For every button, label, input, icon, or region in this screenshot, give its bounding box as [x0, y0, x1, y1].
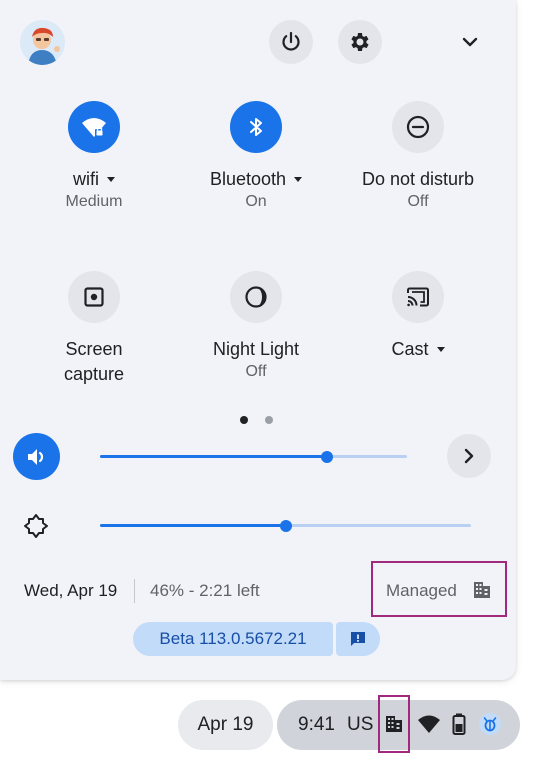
cast-toggle[interactable] — [392, 271, 444, 323]
bluetooth-menu[interactable]: Bluetooth — [181, 167, 331, 191]
power-button[interactable] — [269, 20, 313, 64]
caret-down-icon — [294, 176, 303, 182]
brightness-track-fill — [100, 524, 286, 527]
tile-bluetooth[interactable]: Bluetooth On — [181, 101, 331, 211]
tile-do-not-disturb[interactable]: Do not disturb Off — [343, 101, 493, 211]
caret-down-icon — [436, 346, 445, 352]
tile-screen-capture[interactable]: Screen capture — [19, 271, 169, 387]
audio-settings-button[interactable] — [447, 434, 491, 478]
gear-icon — [351, 33, 369, 51]
tile-label: wifi — [73, 169, 99, 189]
wifi-menu[interactable]: wifi — [19, 167, 169, 191]
version-button[interactable]: Beta 113.0.5672.21 — [133, 622, 333, 656]
date-label[interactable]: Wed, Apr 19 — [24, 581, 117, 601]
tile-wifi[interactable]: wifi Medium — [19, 101, 169, 211]
tile-cast[interactable]: Cast — [343, 271, 493, 361]
battery-status[interactable]: 46% - 2:21 left — [150, 581, 260, 601]
shelf-time: 9:41 — [298, 714, 335, 735]
tile-label: Night Light — [212, 339, 300, 359]
tile-status: On — [245, 193, 267, 210]
bluetooth-icon — [250, 118, 262, 136]
user-avatar-icon[interactable] — [20, 20, 65, 65]
shelf-managed-highlight — [378, 695, 410, 753]
do-not-disturb-toggle[interactable] — [392, 101, 444, 153]
volume-thumb[interactable] — [321, 451, 333, 463]
page-dot-1[interactable] — [240, 416, 248, 424]
quick-settings-panel: wifi Medium Bluetooth On Do not disturb … — [0, 0, 516, 680]
feedback-icon — [351, 632, 365, 646]
tile-night-light[interactable]: Night Light Off — [181, 271, 331, 381]
bluetooth-toggle[interactable] — [230, 101, 282, 153]
battery-icon — [452, 713, 466, 735]
volume-track-fill — [100, 455, 327, 458]
tile-status: Off — [407, 193, 429, 210]
shelf-date-button[interactable]: Apr 19 — [178, 700, 273, 750]
mute-button[interactable] — [13, 433, 60, 480]
night-light-toggle[interactable] — [230, 271, 282, 323]
wifi-lock-icon — [82, 118, 106, 137]
night-light-icon — [245, 286, 267, 308]
tile-status: Medium — [65, 193, 123, 210]
screen-capture-toggle[interactable] — [68, 271, 120, 323]
caret-down-icon — [107, 176, 115, 182]
tile-label: Screen capture — [63, 339, 125, 384]
page-dot-2[interactable] — [265, 416, 273, 424]
wifi-toggle[interactable] — [68, 101, 120, 153]
tile-label: Bluetooth — [209, 169, 287, 189]
chevron-right-icon — [464, 448, 474, 464]
feedback-button[interactable] — [336, 622, 380, 656]
power-icon — [282, 31, 300, 51]
notification-bug-icon — [478, 712, 502, 736]
settings-button[interactable] — [338, 20, 382, 64]
cast-icon — [407, 287, 429, 307]
brightness-icon — [22, 512, 50, 540]
managed-highlight — [371, 561, 507, 617]
collapse-button[interactable] — [448, 20, 492, 64]
tile-label: Do not disturb — [361, 169, 475, 189]
cast-menu[interactable]: Cast — [343, 337, 493, 361]
shelf-ime: US — [347, 714, 374, 735]
do-not-disturb-icon — [406, 115, 430, 139]
brightness-thumb[interactable] — [280, 520, 292, 532]
screen-capture-icon — [84, 287, 104, 307]
chevron-down-icon — [462, 37, 478, 47]
speaker-icon — [27, 448, 43, 465]
tile-label: Cast — [391, 339, 429, 359]
footer-divider — [134, 579, 135, 603]
wifi-icon — [417, 714, 441, 734]
tile-status: Off — [245, 363, 267, 380]
